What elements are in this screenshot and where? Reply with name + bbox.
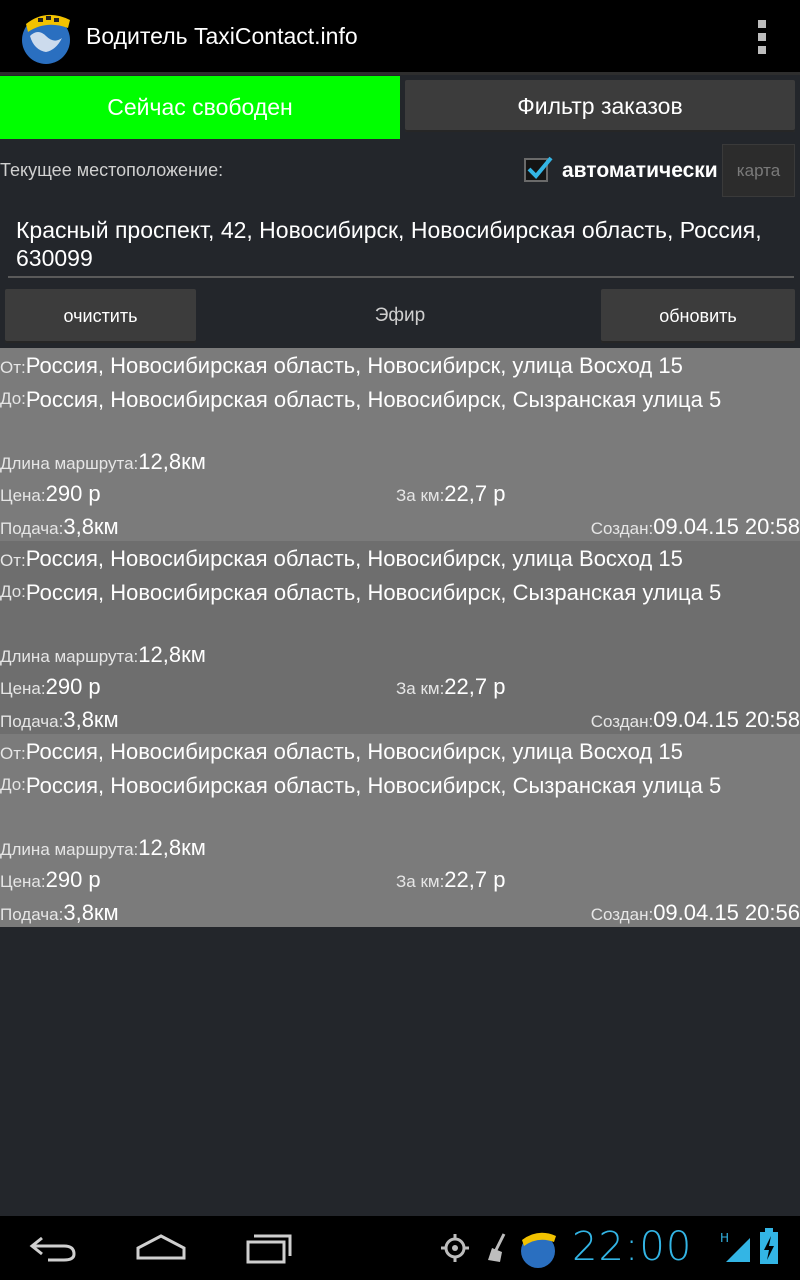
order-pickup-distance: Подача:3,8км [0, 900, 119, 925]
app-logo-icon [16, 6, 76, 66]
order-price: Цена:290 р [0, 674, 101, 699]
auto-location-checkbox[interactable] [524, 156, 553, 182]
location-label: Текущее местоположение: [0, 160, 224, 180]
order-item[interactable]: От:Россия, Новосибирская область, Новоси… [0, 348, 800, 541]
svg-text:H: H [720, 1231, 729, 1245]
signal-icon: H [720, 1231, 750, 1262]
overflow-menu-icon[interactable] [754, 20, 770, 54]
order-price: Цена:290 р [0, 481, 101, 506]
order-to: До: Россия, Новосибирская область, Новоси… [0, 580, 722, 605]
address-field[interactable]: Красный проспект, 42, Новосибирск, Новос… [8, 208, 794, 278]
recent-apps-icon[interactable] [244, 1230, 294, 1266]
order-price-per-km: За км:22,7 р [396, 481, 506, 506]
order-price: Цена:290 р [0, 867, 101, 892]
gps-icon [441, 1234, 469, 1262]
order-filter-button[interactable]: Фильтр заказов [405, 80, 795, 132]
order-pickup-distance: Подача:3,8км [0, 707, 119, 732]
home-icon[interactable] [134, 1230, 188, 1266]
refresh-button[interactable]: обновить [601, 289, 795, 343]
driver-status-button[interactable]: Сейчас свободен [0, 76, 400, 139]
order-from: От:Россия, Новосибирская область, Новоси… [0, 739, 683, 764]
order-created: Создан:09.04.15 20:58 [590, 707, 800, 732]
order-from: От:Россия, Новосибирская область, Новоси… [0, 546, 683, 571]
back-icon[interactable] [28, 1230, 78, 1266]
app-notification-icon [521, 1232, 556, 1268]
order-item[interactable]: От:Россия, Новосибирская область, Новоси… [0, 541, 800, 734]
order-created: Создан:09.04.15 20:58 [590, 514, 800, 539]
order-to: До: Россия, Новосибирская область, Новоси… [0, 387, 722, 412]
action-bar: Водитель TaxiContact.info [0, 0, 800, 72]
order-length: Длина маршрута:12,8км [0, 835, 206, 860]
order-price-per-km: За км:22,7 р [396, 674, 506, 699]
order-from: От:Россия, Новосибирская область, Новоси… [0, 353, 683, 378]
checkmark-icon [527, 156, 553, 179]
clear-button[interactable]: очистить [5, 289, 196, 343]
app-title: Водитель TaxiContact.info [86, 22, 358, 49]
air-label: Эфир [374, 305, 426, 326]
order-item[interactable]: От:Россия, Новосибирская область, Новоси… [0, 734, 800, 927]
action-bar-divider [0, 72, 800, 75]
order-pickup-distance: Подача:3,8км [0, 514, 119, 539]
broom-icon [488, 1233, 506, 1262]
order-price-per-km: За км:22,7 р [396, 867, 506, 892]
order-length: Длина маршрута:12,8км [0, 449, 206, 474]
system-nav-bar: 22:00 H [0, 1216, 800, 1280]
order-length: Длина маршрута:12,8км [0, 642, 206, 667]
order-created: Создан:09.04.15 20:56 [590, 900, 800, 925]
auto-location-label[interactable]: автоматически [562, 159, 718, 183]
order-to: До: Россия, Новосибирская область, Новоси… [0, 773, 722, 798]
orders-list: От:Россия, Новосибирская область, Новоси… [0, 348, 800, 927]
map-button[interactable]: карта [722, 144, 795, 197]
system-clock: 22:00 [572, 1224, 693, 1270]
battery-icon [760, 1228, 778, 1264]
